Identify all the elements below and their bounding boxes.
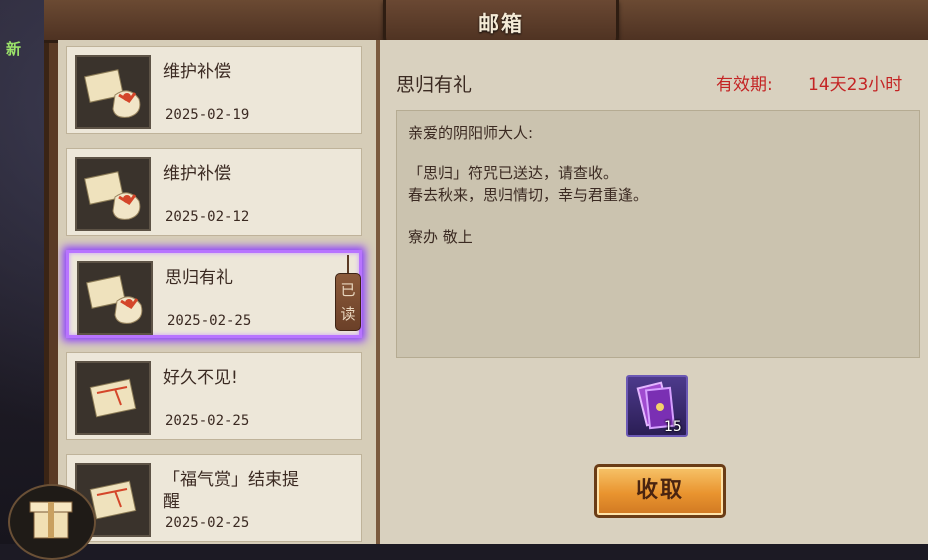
mail-item[interactable]: 「福气赏」结束提醒 2025-02-25: [66, 454, 362, 542]
mail-item[interactable]: 好久不见! 2025-02-25: [66, 352, 362, 440]
mail-date: 2025-02-12: [165, 209, 250, 225]
mail-item[interactable]: 维护补偿 2025-02-12: [66, 148, 362, 236]
mail-title: 好久不见!: [163, 368, 238, 388]
mail-title: 「福气赏」结束提醒: [163, 470, 299, 512]
mail-subject: 思归有礼: [396, 74, 473, 96]
body-line: 春去秋来，思归情切，幸与君重逢。: [408, 186, 649, 204]
package-letter-icon: [75, 55, 151, 129]
body-line: 「思归」符咒已送达，请查收。: [408, 164, 619, 182]
expiry-label: 有效期:: [716, 75, 773, 95]
body-greeting: 亲爱的阴阳师大人:: [408, 124, 534, 142]
mail-date: 2025-02-25: [165, 413, 250, 429]
mail-title: 维护补偿: [163, 164, 231, 184]
tag-string: [347, 255, 349, 275]
mail-item-selected[interactable]: 思归有礼 2025-02-25 已读: [66, 250, 362, 338]
window-title: 邮箱: [478, 12, 524, 36]
letter-icon: [75, 361, 151, 435]
mail-date: 2025-02-25: [165, 515, 250, 531]
new-badge: 新: [6, 40, 22, 58]
claim-button[interactable]: 收取: [594, 464, 726, 518]
gift-box-icon[interactable]: [8, 484, 96, 560]
mail-date: 2025-02-19: [165, 107, 250, 123]
package-letter-icon: [75, 157, 151, 231]
mail-title: 维护补偿: [163, 62, 231, 82]
mail-title: 思归有礼: [165, 268, 233, 288]
package-letter-icon: [77, 261, 153, 335]
body-signature: 寮办 敬上: [408, 228, 473, 246]
mail-body: [396, 110, 920, 358]
mail-item[interactable]: 维护补偿 2025-02-19: [66, 46, 362, 134]
mail-date: 2025-02-25: [167, 313, 252, 329]
expiry-value: 14天23小时: [808, 75, 903, 95]
reward-count: 15: [664, 419, 682, 435]
mail-list[interactable]: 维护补偿 2025-02-19 维护补偿 2025-02-12 思归有礼 202…: [58, 40, 380, 544]
read-tag: 已读: [335, 273, 361, 331]
